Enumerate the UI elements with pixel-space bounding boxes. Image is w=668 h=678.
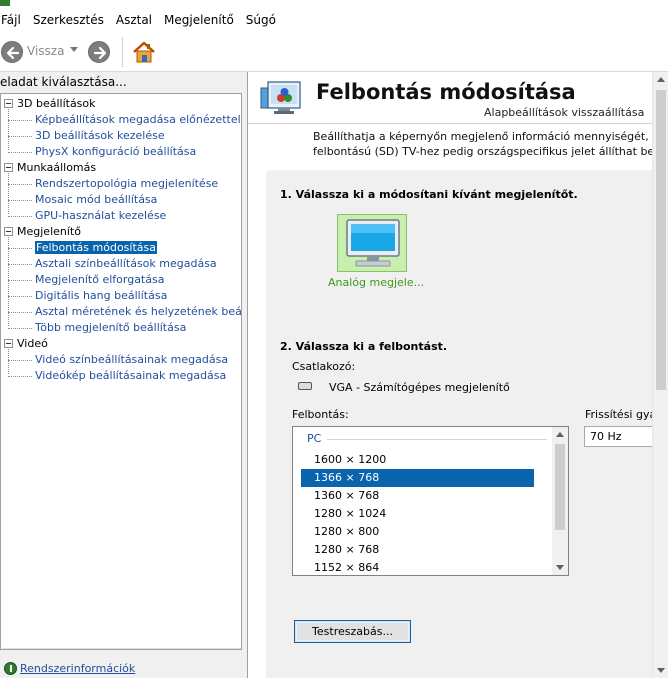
description-line-1: Beállíthatja a képernyőn megjelenő infor… [313, 130, 668, 143]
home-icon[interactable] [131, 39, 157, 65]
tree-item-gpu-usage[interactable]: GPU-használat kezelése [1, 208, 241, 224]
tree-item-mosaic[interactable]: Mosaic mód beállítása [1, 192, 241, 208]
resolution-option[interactable]: 1280 × 800 [301, 523, 534, 541]
tree-item-change-resolution[interactable]: Felbontás módosítása [1, 240, 241, 256]
resolution-list[interactable]: PC 1600 × 1200 1366 × 768 1360 × 768 128… [292, 426, 569, 576]
scroll-thumb[interactable] [656, 90, 666, 390]
back-label[interactable]: Vissza [27, 44, 64, 58]
resolution-list-scrollbar[interactable] [552, 427, 568, 575]
tree-item-image-settings[interactable]: Képbeállítások megadása előnézettel [1, 112, 241, 128]
content-vertical-scrollbar[interactable] [652, 72, 668, 678]
collapse-icon[interactable] [4, 338, 13, 348]
arrow-right-icon [93, 46, 107, 60]
section-select-display: 1. Válassza ki a módosítani kívánt megje… [280, 188, 578, 201]
tree-item-digital-audio[interactable]: Digitális hang beállítása [1, 288, 241, 304]
tree-item-rotate-display[interactable]: Megjelenítő elforgatása [1, 272, 241, 288]
page-title: Felbontás módosítása [316, 80, 576, 104]
restore-defaults-link[interactable]: Alapbeállítások visszaállítása [484, 106, 644, 119]
tree-category-video[interactable]: Videó [1, 336, 241, 352]
resolution-option[interactable]: 1280 × 1024 [301, 505, 534, 523]
page-description: Beállíthatja a képernyőn megjelenő infor… [313, 129, 668, 159]
tree-item-desktop-size[interactable]: Asztal méretének és helyzetének beállítá… [1, 304, 241, 320]
task-pane: eladat kiválasztása... 3D beállítások Ké… [0, 72, 244, 678]
display-label[interactable]: Analóg megjele... [328, 276, 424, 289]
resolution-option[interactable]: 1360 × 768 [301, 487, 534, 505]
info-icon [4, 661, 17, 675]
tree-category-workstation[interactable]: Munkaállomás [1, 160, 241, 176]
tree-item-physx[interactable]: PhysX konfiguráció beállítása [1, 144, 241, 160]
menu-display[interactable]: Megjelenítő [158, 8, 240, 32]
menu-desktop[interactable]: Asztal [110, 8, 158, 32]
resolution-option-selected[interactable]: 1366 × 768 [301, 469, 534, 487]
forward-button[interactable] [88, 41, 110, 63]
menu-file[interactable]: Fájl [0, 8, 27, 32]
collapse-icon[interactable] [4, 162, 13, 172]
menu-help[interactable]: Súgó [240, 8, 282, 32]
tree-category-display[interactable]: Megjelenítő [1, 224, 241, 240]
toolbar-separator [122, 37, 123, 67]
scroll-down-icon[interactable] [657, 668, 665, 673]
tree-item-topology[interactable]: Rendszertopológia megjelenítése [1, 176, 241, 192]
nvidia-app-icon [0, 0, 10, 6]
description-line-2: felbontású (SD) TV-hez pedig országspeci… [313, 145, 658, 158]
task-tree: 3D beállítások Képbeállítások megadása e… [0, 93, 242, 650]
resolution-option[interactable]: 1280 × 768 [301, 541, 534, 559]
monitor-icon [346, 219, 400, 267]
tree-item-video-color[interactable]: Videó színbeállításainak megadása [1, 352, 241, 368]
tree-item-multiple-displays[interactable]: Több megjelenítő beállítása [1, 320, 241, 336]
vga-connector-icon [298, 382, 312, 390]
arrow-left-icon [6, 46, 20, 60]
system-info-link[interactable]: Rendszerinformációk [4, 660, 135, 676]
collapse-icon[interactable] [4, 226, 13, 236]
connector-label: Csatlakozó: [292, 360, 356, 373]
connector-value: VGA - Számítógépes megjelenítő [329, 381, 510, 394]
scroll-thumb[interactable] [555, 444, 565, 530]
menu-edit[interactable]: Szerkesztés [27, 8, 110, 32]
scroll-up-icon[interactable] [556, 432, 564, 437]
scroll-up-icon[interactable] [657, 77, 665, 82]
display-tile[interactable] [337, 214, 407, 272]
customize-button[interactable]: Testreszabás... [294, 620, 411, 643]
group-divider [327, 439, 547, 440]
scroll-down-icon[interactable] [556, 565, 564, 570]
resolution-option[interactable]: 1600 × 1200 [301, 451, 534, 469]
tree-item-desktop-color[interactable]: Asztali színbeállítások megadása [1, 256, 241, 272]
content-pane: Felbontás módosítása Alapbeállítások vis… [247, 72, 668, 678]
menubar: Fájl Szerkesztés Asztal Megjelenítő Súgó [0, 8, 668, 32]
page-header: Felbontás módosítása Alapbeállítások vis… [248, 72, 668, 124]
tree-category-3d[interactable]: 3D beállítások [1, 96, 241, 112]
resolution-label: Felbontás: [292, 408, 349, 421]
settings-panel: 1. Válassza ki a módosítani kívánt megje… [266, 170, 668, 678]
tree-item-video-image[interactable]: Videókép beállításainak megadása [1, 368, 241, 384]
toolbar: Vissza [0, 32, 668, 72]
section-select-resolution: 2. Válassza ki a felbontást. [280, 340, 448, 353]
resolution-option[interactable]: 1152 × 864 [301, 559, 534, 575]
system-info-label[interactable]: Rendszerinformációk [20, 662, 135, 675]
display-settings-icon [260, 81, 301, 114]
window-title-strip [0, 0, 668, 8]
task-select-label: eladat kiválasztása... [0, 75, 127, 89]
resolution-group-header: PC [307, 432, 322, 445]
collapse-icon[interactable] [4, 98, 13, 108]
tree-horizontal-scrollbar[interactable] [2, 648, 241, 649]
tree-item-manage-3d[interactable]: 3D beállítások kezelése [1, 128, 241, 144]
back-history-dropdown-icon[interactable] [70, 47, 78, 52]
back-button[interactable] [1, 41, 23, 63]
